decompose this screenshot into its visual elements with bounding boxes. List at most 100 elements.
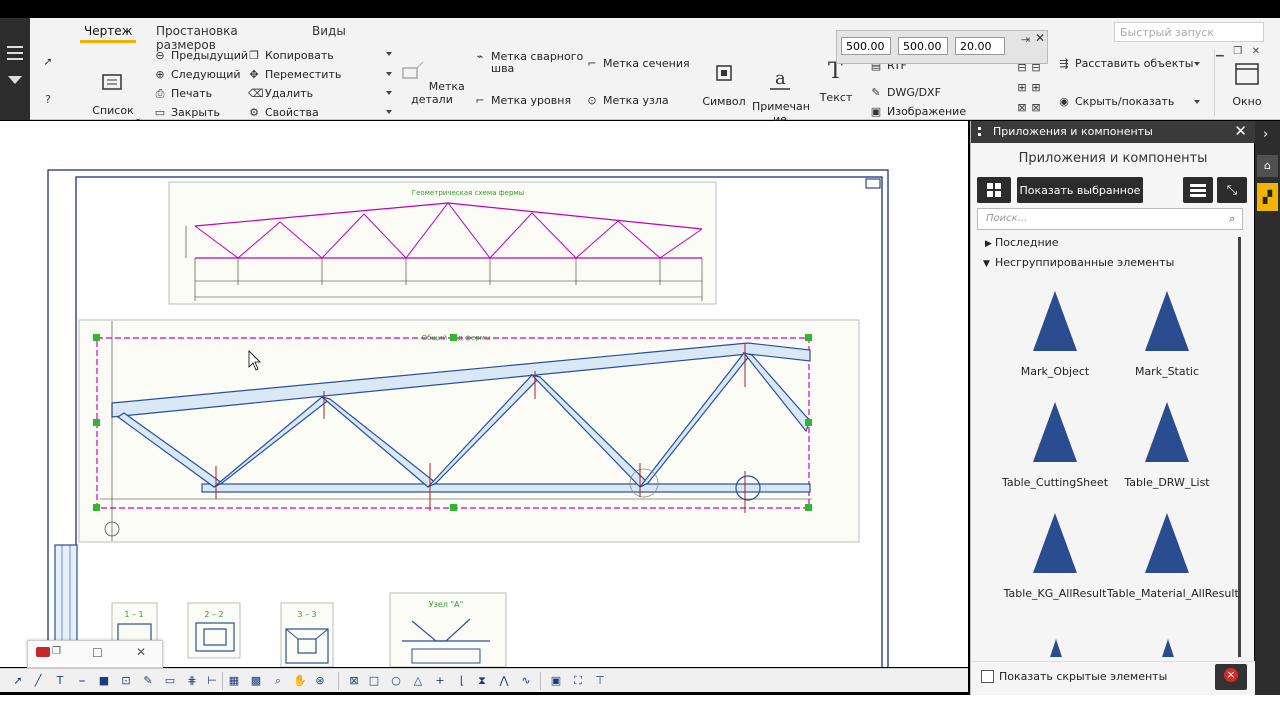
quick-access-icon[interactable]: [8, 76, 22, 84]
delete-dropdown-icon[interactable]: [386, 91, 392, 95]
snap-center-icon[interactable]: ⊡: [118, 673, 134, 689]
hide-show-button[interactable]: ◉ Скрыть/показать: [1058, 95, 1174, 108]
side-column-detail[interactable]: [54, 544, 78, 646]
grid-view-button[interactable]: [977, 177, 1011, 203]
maximize-icon[interactable]: ☐: [92, 646, 103, 660]
rectangle-icon[interactable]: ▭: [162, 673, 178, 689]
component-table-material-allresult[interactable]: Table_Material_AllResult: [1107, 513, 1239, 601]
drawing-list-button[interactable]: Список чертежей: [84, 58, 142, 130]
section-2-2[interactable]: 2 – 2: [187, 602, 241, 659]
grid-icon[interactable]: ▦: [226, 673, 242, 689]
tab-drawing[interactable]: Чертеж: [79, 24, 137, 43]
components-tab-icon[interactable]: ▞: [1257, 183, 1278, 211]
zoom-icon[interactable]: ⌕: [270, 673, 286, 689]
hide-show-dropdown-icon[interactable]: [1194, 100, 1200, 104]
detail-mark-button[interactable]: Метка детали: [396, 60, 468, 106]
level-mark-button[interactable]: ⌐ Метка уровня: [474, 94, 571, 107]
snap-plus-icon[interactable]: +: [432, 673, 448, 689]
properties-button[interactable]: ⚙ Свойства: [248, 106, 319, 119]
snap-frame-icon[interactable]: ⛶: [570, 673, 586, 689]
next-drawing-button[interactable]: ⊕ Следующий: [154, 68, 240, 81]
restore-icon[interactable]: ❐: [1233, 46, 1242, 57]
move-dropdown-icon[interactable]: [386, 72, 392, 76]
image-button[interactable]: ▣ Изображение: [870, 105, 966, 118]
minimize-icon[interactable]: ▁: [1216, 46, 1224, 57]
catalog-tab-icon[interactable]: ⌂: [1257, 155, 1278, 177]
align-middle-icon[interactable]: ⊞: [1030, 82, 1042, 94]
tab-dimensioning[interactable]: Простановка размеров: [156, 24, 238, 52]
close-mini-icon[interactable]: ✕: [136, 645, 146, 659]
props-dropdown-icon[interactable]: [386, 110, 392, 114]
snap-node-icon[interactable]: ▣: [548, 673, 564, 689]
arrange-dropdown-icon[interactable]: [1194, 62, 1200, 66]
copy-button[interactable]: ❐ Копировать: [248, 49, 334, 62]
show-hidden-checkbox[interactable]: [981, 670, 994, 683]
menu-icon[interactable]: [7, 46, 23, 48]
coord-x-input[interactable]: [841, 37, 891, 55]
window-button[interactable]: Окно: [1222, 62, 1272, 108]
pattern-icon[interactable]: ⊛: [312, 673, 328, 689]
snap-tee-icon[interactable]: ⊤: [592, 673, 608, 689]
snap-triangle-icon[interactable]: △: [410, 673, 426, 689]
line-icon[interactable]: ╱: [30, 673, 46, 689]
section-mark-button[interactable]: ⌐ Метка сечения: [586, 57, 689, 70]
weld-mark-button[interactable]: ⌁ Метка сварного шва: [474, 51, 584, 75]
component-table-kg-allresult[interactable]: Table_KG_AllResult: [995, 513, 1115, 600]
coord-y-input[interactable]: [898, 37, 948, 55]
panel-scrollbar[interactable]: [1238, 237, 1241, 657]
print-button[interactable]: ⎙ Печать: [154, 87, 213, 100]
pin-icon[interactable]: ⇥: [1021, 33, 1030, 46]
quick-launch-input[interactable]: Быстрый запуск: [1114, 22, 1264, 42]
align-center-icon[interactable]: ⊞: [1016, 82, 1028, 94]
coord-z-input[interactable]: [955, 37, 1005, 55]
delete-button[interactable]: ⌫ Удалить: [248, 87, 313, 100]
list-view-button[interactable]: [1183, 177, 1213, 203]
close-coords-icon[interactable]: ✕: [1035, 31, 1045, 45]
geometry-scheme-view[interactable]: Геометрическая схема фермы: [168, 181, 717, 305]
select-arrow-icon[interactable]: ➚: [10, 673, 26, 689]
hatch-icon[interactable]: ▩: [248, 673, 264, 689]
snap-corner-icon[interactable]: ⌊: [454, 673, 470, 689]
text-button[interactable]: T Текст: [816, 58, 856, 104]
node-a-detail[interactable]: Узел "А": [389, 592, 507, 667]
component-mark-static[interactable]: Mark_Static: [1107, 291, 1227, 378]
section-3-3[interactable]: 3 – 3: [280, 602, 334, 667]
component-table-cuttingsheet[interactable]: Table_CuttingSheet: [995, 402, 1115, 489]
collapse-button[interactable]: ⤡: [1217, 177, 1247, 203]
bracket-icon[interactable]: ⊢: [204, 673, 220, 689]
dwg-dxf-button[interactable]: ✎ DWG/DXF: [870, 86, 941, 99]
show-selected-button[interactable]: Показать выбранное: [1017, 177, 1143, 203]
close-window-icon[interactable]: ✕: [1252, 46, 1260, 57]
distribute-v-icon[interactable]: ⊠: [1030, 102, 1042, 114]
clear-button[interactable]: [1215, 664, 1247, 690]
search-icon[interactable]: ⌕: [1229, 212, 1235, 226]
fill-rect-icon[interactable]: ■: [96, 673, 112, 689]
arrange-objects-button[interactable]: ⇶ Расставить объекты: [1058, 57, 1193, 70]
component-mark-object[interactable]: Mark_Object: [995, 291, 1115, 378]
text-tool-icon[interactable]: T: [52, 673, 68, 689]
tree-item-ungrouped[interactable]: ▼ Несгруппированные элементы: [983, 256, 1174, 269]
snap-square-icon[interactable]: □: [366, 673, 382, 689]
tree-item-recent[interactable]: ▶ Последние: [985, 236, 1059, 249]
grid-cols-icon[interactable]: ⋕: [184, 673, 200, 689]
pen-icon[interactable]: ✎: [140, 673, 156, 689]
drawing-canvas[interactable]: Геометрическая схема фермы Общий фермы 1…: [0, 121, 968, 667]
distribute-h-icon[interactable]: ⊠: [1016, 102, 1028, 114]
drawing-sheet[interactable]: Геометрическая схема фермы Общий фермы 1…: [0, 121, 968, 667]
snap-vertex-icon[interactable]: ⋀: [496, 673, 512, 689]
close-panel-icon[interactable]: ✕: [1234, 122, 1247, 140]
panel-grip-icon[interactable]: [978, 127, 986, 136]
dimension-icon[interactable]: ⎯: [74, 673, 90, 689]
move-button[interactable]: ✥ Переместить: [248, 68, 341, 81]
general-view[interactable]: Общий вид фермы: [78, 319, 860, 543]
snap-circle-icon[interactable]: ○: [388, 673, 404, 689]
prev-drawing-button[interactable]: ⊖ Предыдущий: [154, 49, 248, 62]
snap-x-icon[interactable]: ⊠: [346, 673, 362, 689]
select-tool[interactable]: ➚: [42, 56, 54, 68]
copy-dropdown-icon[interactable]: [386, 52, 392, 56]
tab-views[interactable]: Виды: [312, 24, 346, 38]
snap-curve-icon[interactable]: ∿: [518, 673, 534, 689]
note-button[interactable]: a Примечан ие: [752, 54, 810, 126]
symbol-button[interactable]: Символ: [702, 62, 746, 108]
restore-icon[interactable]: ❐: [52, 646, 61, 657]
